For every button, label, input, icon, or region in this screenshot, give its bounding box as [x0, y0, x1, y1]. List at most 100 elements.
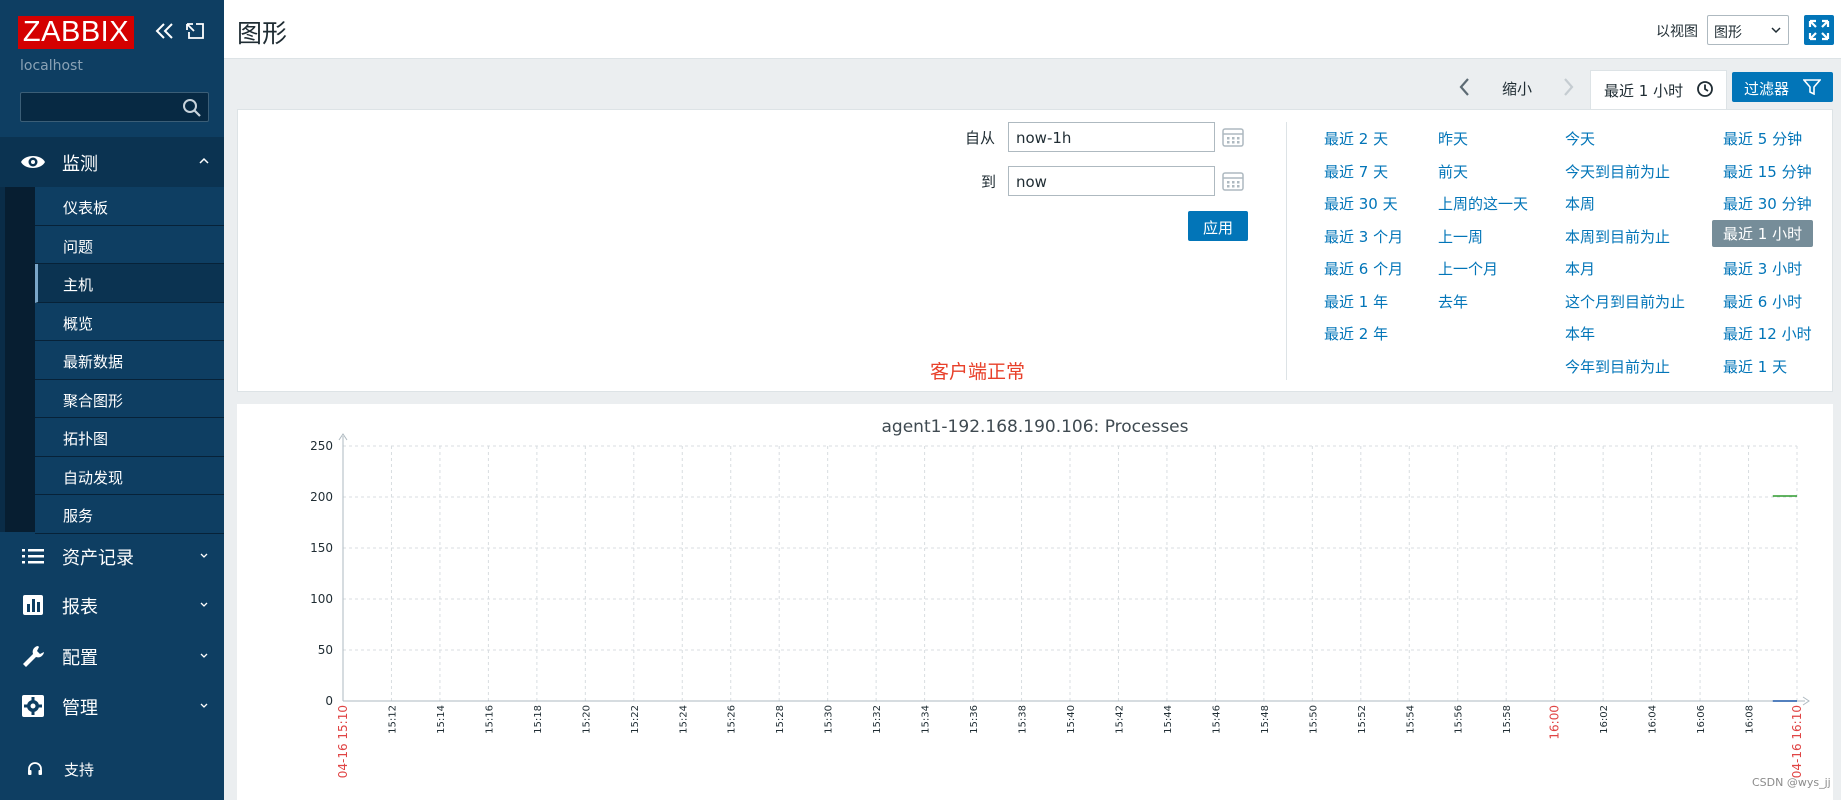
quick-range-link[interactable]: 本周 — [1565, 193, 1595, 214]
wrench-icon — [23, 646, 44, 667]
list-icon — [22, 549, 44, 564]
time-filter-panel: 自从 now-1h 到 now 应用 最近 2 天 最近 7 天 最近 30 天… — [237, 109, 1833, 392]
sidebar-item-maps[interactable]: 拓扑图 — [35, 418, 224, 457]
fullscreen-icon — [1808, 19, 1830, 41]
filter-button[interactable]: 过滤器 — [1732, 72, 1833, 102]
view-as-label: 以视图 — [1656, 24, 1698, 40]
support-link[interactable]: 支持 — [26, 760, 94, 782]
x-tick-label: 15:44 — [1163, 705, 1174, 734]
quick-range-link[interactable]: 最近 1 年 — [1324, 291, 1388, 312]
quick-range-link[interactable]: 最近 6 个月 — [1324, 258, 1403, 279]
filter-button-label: 过滤器 — [1744, 80, 1790, 98]
menu-reports-label: 报表 — [62, 597, 98, 618]
chevron-down-icon — [200, 553, 208, 558]
calendar-icon[interactable] — [1222, 170, 1244, 192]
chevron-up-icon — [199, 157, 209, 164]
apply-button[interactable]: 应用 — [1188, 211, 1248, 241]
double-chevron-left-icon — [155, 23, 173, 39]
filter-icon — [1803, 79, 1821, 95]
quick-range-link[interactable]: 今年到目前为止 — [1565, 356, 1670, 377]
quick-range-link[interactable]: 去年 — [1438, 291, 1468, 312]
quick-range-link[interactable]: 最近 3 个月 — [1324, 226, 1403, 247]
menu-inventory-label: 资产记录 — [62, 548, 134, 569]
quick-range-link[interactable]: 最近 2 天 — [1324, 128, 1388, 149]
menu-configuration[interactable]: 配置 — [0, 631, 224, 681]
x-tick-label: 16:06 — [1696, 705, 1707, 734]
x-tick-label: 15:16 — [484, 705, 495, 734]
quick-range-link[interactable]: 最近 3 小时 — [1723, 258, 1802, 279]
zoom-next-arrow-icon[interactable] — [1558, 76, 1578, 98]
quick-range-link[interactable]: 本月 — [1565, 258, 1595, 279]
support-label: 支持 — [64, 761, 95, 779]
sidebar-item-latest-data[interactable]: 最新数据 — [35, 341, 224, 380]
x-tick-label: 15:38 — [1018, 705, 1029, 734]
y-tick-label: 200 — [310, 490, 333, 504]
kiosk-mode-button[interactable] — [183, 18, 207, 44]
x-tick-label: 15:12 — [387, 705, 398, 734]
menu-monitoring-label: 监测 — [62, 154, 98, 175]
quick-range-link[interactable]: 最近 12 小时 — [1723, 323, 1812, 344]
divider — [1286, 122, 1287, 380]
quick-range-link[interactable]: 前天 — [1438, 161, 1468, 182]
x-tick-label: 04-16 16:10 — [1790, 705, 1804, 778]
page-title: 图形 — [237, 19, 288, 48]
menu-reports[interactable]: 报表 — [0, 580, 224, 630]
quick-range-link[interactable]: 最近 30 天 — [1324, 193, 1398, 214]
kiosk-icon — [186, 23, 204, 39]
from-label: 自从 — [965, 129, 996, 147]
quick-range-link[interactable]: 今天到目前为止 — [1565, 161, 1670, 182]
quick-range-link[interactable]: 最近 6 小时 — [1723, 291, 1802, 312]
sidebar-item-screens[interactable]: 聚合图形 — [35, 379, 224, 418]
chevron-down-icon — [1771, 27, 1781, 34]
to-input[interactable]: now — [1008, 166, 1215, 196]
quick-range-link[interactable]: 这个月到目前为止 — [1565, 291, 1685, 312]
sidebar: ZABBIX localhost 监测 仪表板 问题 主机 概览 最新数据 聚合… — [0, 0, 224, 800]
quick-range-link-selected[interactable]: 最近 1 小时 — [1712, 220, 1814, 247]
zoom-out-button[interactable]: 缩小 — [1502, 78, 1532, 99]
sidebar-item-discovery[interactable]: 自动发现 — [35, 456, 224, 495]
x-tick-label: 15:34 — [921, 705, 932, 734]
processes-chart[interactable]: 0 50 100 150 200 250 04-16 15:10 15:12 15:14 15:1… — [237, 404, 1833, 800]
calendar-icon[interactable] — [1222, 126, 1244, 148]
chevron-down-icon — [200, 602, 208, 607]
quick-range-link[interactable]: 今天 — [1565, 128, 1595, 149]
menu-administration[interactable]: 管理 — [0, 681, 224, 731]
quick-range-link[interactable]: 最近 7 天 — [1324, 161, 1388, 182]
x-tick-label: 15:40 — [1066, 705, 1077, 734]
search-icon[interactable] — [182, 98, 202, 118]
quick-range-link[interactable]: 最近 15 分钟 — [1723, 161, 1812, 182]
menu-inventory[interactable]: 资产记录 — [0, 531, 224, 581]
sidebar-item-services[interactable]: 服务 — [35, 495, 224, 534]
quick-range-link[interactable]: 上一个月 — [1438, 258, 1498, 279]
fullscreen-button[interactable] — [1804, 15, 1834, 45]
x-tick-label: 15:36 — [969, 705, 980, 734]
x-tick-label: 15:28 — [775, 705, 786, 734]
view-as-select-value: 图形 — [1714, 25, 1742, 41]
collapse-sidebar-button[interactable] — [153, 18, 177, 44]
quick-range-link[interactable]: 最近 30 分钟 — [1723, 193, 1812, 214]
to-input-value: now — [1016, 173, 1047, 191]
x-tick-label: 15:32 — [872, 705, 883, 734]
chevron-down-icon — [200, 653, 208, 658]
quick-range-link[interactable]: 最近 2 年 — [1324, 323, 1388, 344]
zabbix-logo[interactable]: ZABBIX — [18, 16, 134, 49]
view-as-select[interactable]: 图形 — [1707, 15, 1789, 45]
zoom-prev-arrow-icon[interactable] — [1455, 76, 1475, 98]
quick-range-link[interactable]: 最近 5 分钟 — [1723, 128, 1802, 149]
sidebar-search-input[interactable] — [20, 92, 209, 122]
menu-monitoring[interactable]: 监测 — [0, 137, 224, 187]
time-range-tab[interactable]: 最近 1 小时 — [1590, 70, 1727, 109]
quick-range-link[interactable]: 本年 — [1565, 323, 1595, 344]
quick-range-link[interactable]: 昨天 — [1438, 128, 1468, 149]
sidebar-item-overview[interactable]: 概览 — [35, 302, 224, 341]
from-input[interactable]: now-1h — [1008, 122, 1215, 152]
quick-range-link[interactable]: 最近 1 天 — [1723, 356, 1787, 377]
eye-icon — [21, 156, 45, 168]
sidebar-item-hosts[interactable]: 主机 — [35, 264, 224, 303]
sidebar-item-dashboard[interactable]: 仪表板 — [35, 187, 224, 226]
quick-range-link[interactable]: 上一周 — [1438, 226, 1483, 247]
quick-range-link[interactable]: 上周的这一天 — [1438, 193, 1528, 214]
x-tick-label: 15:24 — [678, 705, 689, 734]
sidebar-item-problems[interactable]: 问题 — [35, 225, 224, 264]
quick-range-link[interactable]: 本周到目前为止 — [1565, 226, 1670, 247]
